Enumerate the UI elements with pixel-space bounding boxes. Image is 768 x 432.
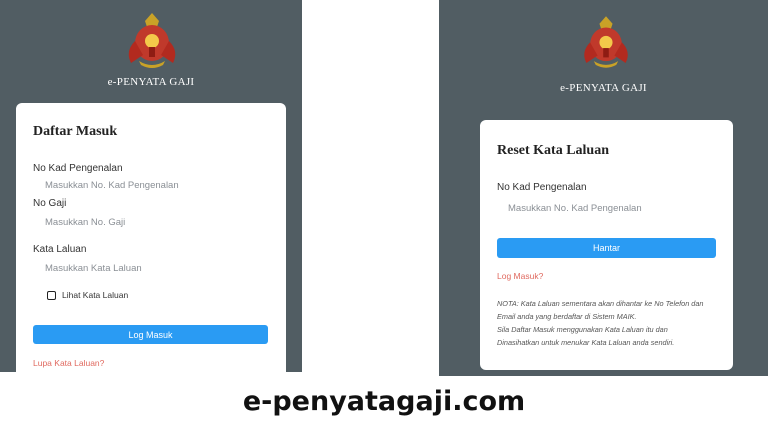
- crest-emblem-icon: [128, 13, 176, 68]
- password-input[interactable]: [45, 263, 265, 274]
- ic-number-label: No Kad Pengenalan: [497, 182, 587, 193]
- login-button[interactable]: Log Masuk: [33, 325, 268, 344]
- ic-number-input[interactable]: [508, 203, 718, 214]
- login-screenshot: e-PENYATA GAJI Daftar Masuk No Kad Penge…: [0, 0, 302, 372]
- salary-number-label: No Gaji: [33, 198, 67, 209]
- password-label: Kata Laluan: [33, 244, 87, 255]
- forgot-password-link[interactable]: Lupa Kata Laluan?: [33, 358, 104, 368]
- card-title: Daftar Masuk: [33, 124, 118, 139]
- show-password-checkbox[interactable]: [47, 290, 56, 300]
- reset-card: Reset Kata Laluan No Kad Pengenalan Hant…: [480, 120, 733, 370]
- note-line: NOTA: Kata Laluan sementara akan dihanta…: [497, 299, 704, 308]
- ic-number-input[interactable]: [45, 180, 265, 191]
- note-line: Dinasihatkan untuk menukar Kata Laluan a…: [497, 338, 675, 347]
- login-card: Daftar Masuk No Kad Pengenalan No Gaji K…: [16, 103, 286, 372]
- submit-button[interactable]: Hantar: [497, 238, 716, 258]
- crest-emblem-icon: [584, 16, 628, 68]
- salary-number-input[interactable]: [45, 217, 265, 228]
- note-line: Sila Daftar Masuk menggunakan Kata Lalua…: [497, 325, 668, 334]
- website-caption: e-penyatagaji.com: [242, 386, 526, 417]
- ic-number-label: No Kad Pengenalan: [33, 163, 123, 174]
- show-password-label: Lihat Kata Laluan: [62, 290, 129, 300]
- reset-password-screenshot: e-PENYATA GAJI Reset Kata Laluan No Kad …: [439, 0, 768, 376]
- card-title: Reset Kata Laluan: [497, 143, 609, 158]
- note-line: Email anda yang berdaftar di Sistem MAIK…: [497, 312, 637, 321]
- note-text: NOTA: Kata Laluan sementara akan dihanta…: [497, 297, 727, 349]
- show-password-toggle[interactable]: Lihat Kata Laluan: [47, 290, 128, 300]
- login-link[interactable]: Log Masuk?: [497, 271, 543, 281]
- brand-name: e-PENYATA GAJI: [560, 82, 647, 94]
- brand-name: e-PENYATA GAJI: [107, 76, 195, 88]
